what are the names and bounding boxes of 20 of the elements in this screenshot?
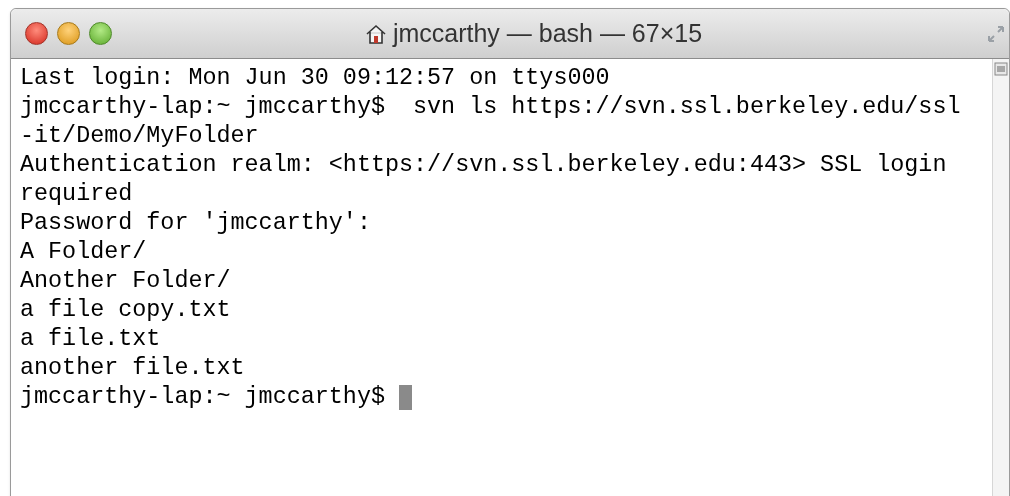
terminal-prompt: jmccarthy-lap:~ jmccarthy$ [20, 383, 386, 412]
text-cursor [399, 385, 412, 410]
terminal-line: A Folder/ [20, 238, 147, 267]
window-title: jmccarthy — bash — 67×15 [392, 17, 703, 49]
terminal-line: Last login: Mon Jun 30 09:12:57 on ttys000 [20, 64, 610, 93]
terminal-line: -it/Demo/MyFolder [20, 122, 259, 151]
terminal-line: a file.txt [20, 325, 161, 354]
terminal-line: Another Folder/ [20, 267, 231, 296]
minimize-button[interactable] [57, 22, 80, 45]
split-view-icon[interactable] [993, 61, 1009, 77]
terminal-line: another file.txt [20, 354, 245, 383]
terminal-line: a file copy.txt [20, 296, 231, 325]
home-icon [364, 22, 387, 45]
terminal-line: jmccarthy-lap:~ jmccarthy$ svn ls https://svn.ssl.berkeley.edu/ssl [20, 93, 961, 122]
fullscreen-icon[interactable] [987, 25, 1005, 43]
terminal-line: Authentication realm: <https://svn.ssl.berkeley.edu:443> SSL login [20, 151, 947, 180]
zoom-button[interactable] [89, 22, 112, 45]
terminal-line: required [20, 180, 133, 209]
close-button[interactable] [25, 22, 48, 45]
terminal-line: Password for 'jmccarthy': [20, 209, 371, 238]
